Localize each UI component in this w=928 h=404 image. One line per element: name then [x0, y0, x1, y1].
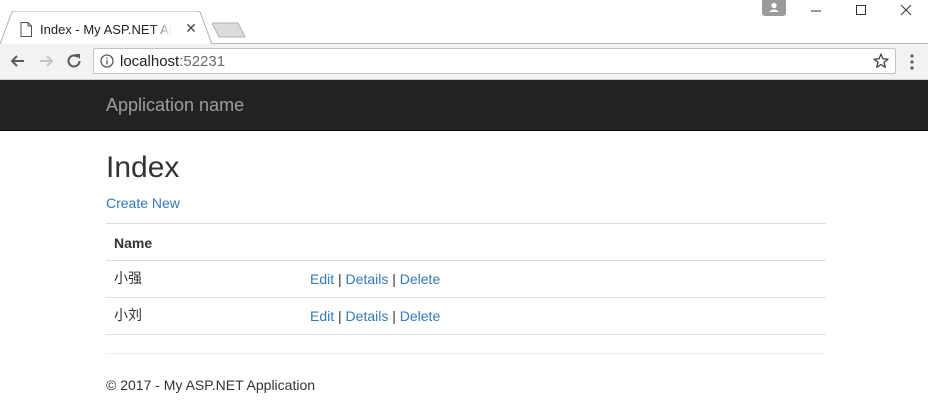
person-icon [769, 2, 779, 12]
info-icon[interactable] [100, 54, 114, 68]
edit-link[interactable]: Edit [310, 308, 334, 324]
table-row: 小强 Edit | Details | Delete [106, 261, 826, 298]
forward-arrow-icon[interactable] [36, 51, 56, 71]
table-row: 小刘 Edit | Details | Delete [106, 298, 826, 335]
action-separator: | [334, 271, 346, 287]
action-separator: | [388, 271, 400, 287]
action-separator: | [334, 308, 346, 324]
reload-icon[interactable] [64, 51, 84, 71]
minimize-button[interactable] [806, 2, 826, 18]
page-icon [20, 21, 32, 37]
details-link[interactable]: Details [346, 271, 389, 287]
row-name: 小强 [114, 271, 142, 287]
menu-dots-icon[interactable] [904, 53, 920, 71]
maximize-button[interactable] [851, 2, 871, 18]
tab-close-icon[interactable]: ✕ [184, 20, 198, 36]
column-header-name: Name [114, 235, 153, 251]
delete-link[interactable]: Delete [400, 308, 440, 324]
new-tab-button[interactable] [212, 22, 246, 38]
minimize-icon [811, 10, 821, 12]
row-name: 小刘 [114, 308, 142, 324]
close-button[interactable] [896, 2, 916, 18]
edit-link[interactable]: Edit [310, 271, 334, 287]
row-actions: Edit | Details | Delete [310, 308, 440, 324]
close-icon [900, 4, 912, 16]
site-navbar: Application name [0, 80, 928, 131]
data-table: Name 小强 Edit | Details | Delete 小刘 Edit … [106, 223, 826, 335]
footer-divider [106, 353, 826, 354]
profile-button[interactable] [762, 0, 786, 16]
tab-title: Index - My ASP.NET Application [40, 21, 172, 37]
tab-content: Index - My ASP.NET Application [20, 20, 172, 38]
details-link[interactable]: Details [346, 308, 389, 324]
delete-link[interactable]: Delete [400, 271, 440, 287]
address-url[interactable]: localhost:52231 [120, 53, 225, 70]
row-actions: Edit | Details | Delete [310, 271, 440, 287]
brand-link[interactable]: Application name [106, 95, 244, 115]
page-title: Index [106, 151, 180, 184]
address-bar[interactable]: localhost:52231 [93, 48, 896, 74]
footer-copyright: © 2017 - My ASP.NET Application [106, 377, 316, 393]
browser-toolbar: localhost:52231 [0, 44, 928, 80]
back-arrow-icon[interactable] [8, 51, 28, 71]
table-header-row: Name [106, 224, 826, 261]
browser-tab-strip: Index - My ASP.NET Application ✕ [0, 0, 928, 44]
action-separator: | [388, 308, 400, 324]
create-new-link[interactable]: Create New [106, 195, 180, 211]
maximize-icon [856, 5, 866, 15]
bookmark-star-icon[interactable] [872, 52, 890, 70]
